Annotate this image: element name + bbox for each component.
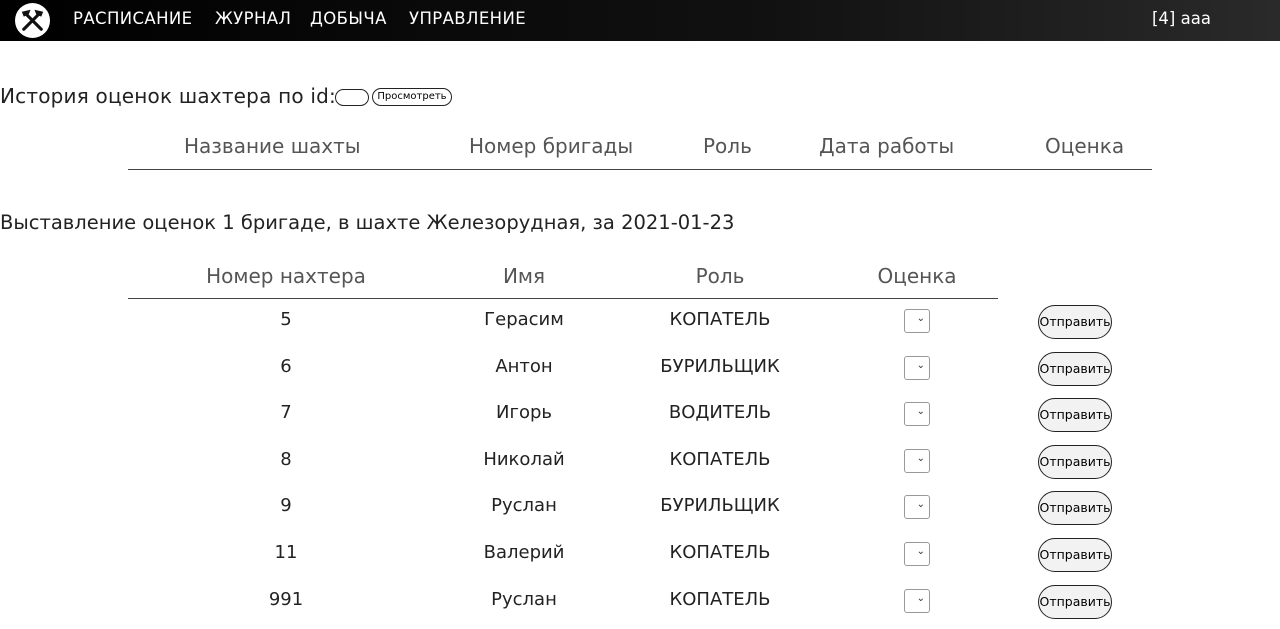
history-label: История оценок шахтера по id:	[0, 84, 336, 108]
grade-select[interactable]: ⌄	[904, 448, 930, 473]
miner-number-cell: 11	[274, 542, 298, 563]
grading-header-divider	[128, 298, 998, 299]
miner-number-cell: 5	[280, 309, 292, 330]
miner-role-cell: ВОДИТЕЛЬ	[668, 402, 772, 424]
miner-role-cell: КОПАТЕЛЬ	[669, 542, 771, 563]
miner-name-cell: Руслан	[491, 588, 557, 610]
grade-select[interactable]: ⌄	[904, 495, 930, 520]
nav-item-journal[interactable]: ЖУРНАЛ	[215, 9, 291, 28]
send-grade-button[interactable]: Отправить	[1038, 584, 1112, 619]
top-navbar: РАСПИСАНИЕ ЖУРНАЛ ДОБЫЧА УПРАВЛЕНИЕ [4] …	[0, 0, 1280, 41]
send-grade-button[interactable]: Отправить	[1038, 398, 1112, 433]
history-col-grade: Оценка	[1045, 134, 1125, 158]
grade-select[interactable]: ⌄	[904, 355, 930, 380]
hammer-pick-logo-icon[interactable]	[15, 3, 50, 38]
miner-name-cell: Валерий	[483, 542, 565, 563]
chevron-down-icon: ⌄	[916, 499, 925, 511]
miner-name-cell: Руслан	[491, 495, 557, 517]
nav-item-mining[interactable]: ДОБЫЧА	[310, 9, 387, 28]
send-grade-button[interactable]: Отправить	[1038, 351, 1112, 386]
miner-number-cell: 7	[280, 402, 292, 424]
nav-item-management[interactable]: УПРАВЛЕНИЕ	[409, 9, 526, 28]
history-col-date: Дата работы	[819, 134, 955, 158]
send-grade-button[interactable]: Отправить	[1038, 444, 1112, 479]
miner-role-cell: БУРИЛЬЩИК	[660, 355, 780, 377]
nav-item-schedule[interactable]: РАСПИСАНИЕ	[73, 9, 193, 28]
grade-select[interactable]: ⌄	[904, 542, 930, 566]
history-header-divider	[128, 169, 1152, 170]
grading-col-miner-number: Номер нахтера	[206, 264, 366, 288]
chevron-down-icon: ⌄	[916, 359, 925, 371]
miner-number-cell: 991	[268, 588, 304, 610]
miner-name-cell: Герасим	[484, 309, 564, 330]
miner-name-cell: Николай	[483, 448, 565, 470]
miner-role-cell: КОПАТЕЛЬ	[669, 448, 771, 470]
view-history-button[interactable]: Просмотреть	[372, 88, 452, 106]
chevron-down-icon: ⌄	[916, 452, 925, 464]
chevron-down-icon: ⌄	[916, 592, 925, 604]
grade-select[interactable]: ⌄	[904, 309, 930, 333]
miner-role-cell: КОПАТЕЛЬ	[669, 309, 771, 330]
miner-name-cell: Антон	[495, 355, 553, 377]
miner-role-cell: БУРИЛЬЩИК	[660, 495, 780, 517]
send-grade-button[interactable]: Отправить	[1038, 538, 1112, 572]
grading-col-grade: Оценка	[877, 264, 957, 288]
history-col-mine-name: Название шахты	[184, 134, 361, 158]
send-grade-button[interactable]: Отправить	[1038, 491, 1112, 526]
miner-name-cell: Игорь	[496, 402, 552, 424]
grading-col-name: Имя	[502, 264, 546, 288]
miner-id-input[interactable]	[335, 89, 369, 106]
send-grade-button[interactable]: Отправить	[1038, 305, 1112, 339]
grading-col-role: Роль	[695, 264, 745, 288]
history-col-brigade: Номер бригады	[469, 134, 634, 158]
grade-select[interactable]: ⌄	[904, 588, 930, 613]
chevron-down-icon: ⌄	[916, 406, 925, 418]
user-account[interactable]: [4] aaa	[1152, 9, 1211, 28]
miner-role-cell: КОПАТЕЛЬ	[669, 588, 771, 610]
miner-number-cell: 9	[280, 495, 292, 517]
chevron-down-icon: ⌄	[916, 313, 925, 324]
grade-select[interactable]: ⌄	[904, 402, 930, 427]
history-col-role: Роль	[703, 134, 752, 158]
miner-number-cell: 8	[280, 448, 292, 470]
chevron-down-icon: ⌄	[916, 546, 925, 557]
grading-title: Выставление оценок 1 бригаде, в шахте Же…	[0, 211, 735, 234]
miner-number-cell: 6	[280, 355, 292, 377]
